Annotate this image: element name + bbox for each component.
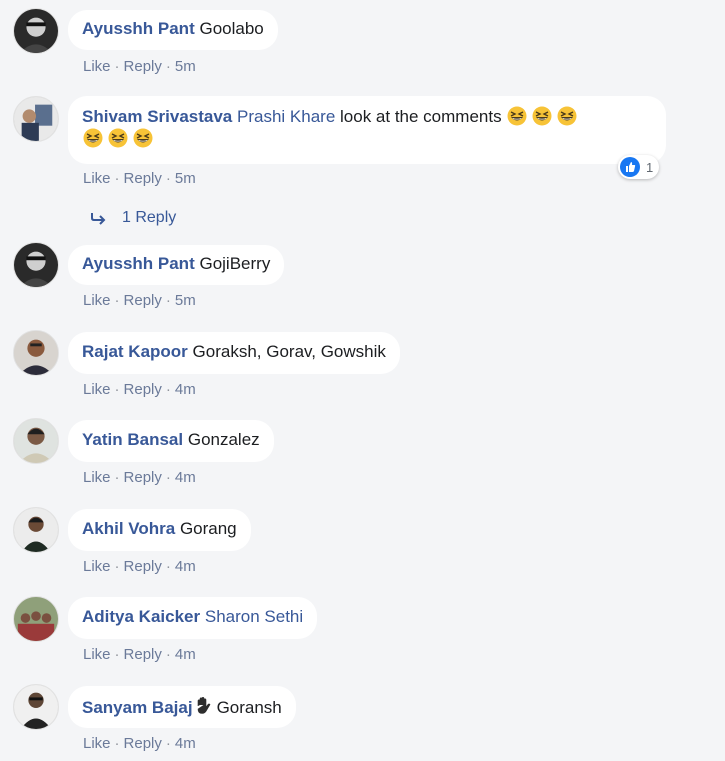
avatar[interactable] xyxy=(13,596,59,642)
reply-button[interactable]: Reply xyxy=(124,558,162,575)
mention-link[interactable]: Prashi Khare xyxy=(237,107,335,126)
avatar[interactable] xyxy=(13,684,59,730)
reaction-count[interactable]: 1 xyxy=(618,155,660,179)
comment-timestamp[interactable]: 4m xyxy=(175,646,196,663)
comment-text: GojiBerry xyxy=(199,254,271,273)
comment-actions: Like · Reply · 5m xyxy=(83,292,196,309)
comment-bubble: Akhil Vohra Gorang xyxy=(68,509,251,551)
reply-button[interactable]: Reply xyxy=(124,381,162,398)
like-button[interactable]: Like xyxy=(83,469,111,486)
comment-bubble: Sanyam Bajaj Goransh xyxy=(68,686,296,728)
comment-timestamp[interactable]: 4m xyxy=(175,735,196,752)
view-replies-link[interactable]: 1 Reply xyxy=(90,209,176,227)
comment-author[interactable]: Aditya Kaicker xyxy=(82,607,200,626)
comment-bubble: Yatin Bansal Gonzalez xyxy=(68,420,274,462)
comment-author[interactable]: Akhil Vohra xyxy=(82,519,175,538)
comment-text[interactable]: Sharon Sethi xyxy=(205,607,303,626)
comment-bubble: Shivam Srivastava Prashi Khare look at t… xyxy=(68,96,666,164)
comment-text: Gonzalez xyxy=(187,430,260,449)
comment-bubble: Rajat Kapoor Goraksh, Gorav, Gowshik xyxy=(68,332,400,374)
reaction-count-label: 1 xyxy=(646,159,654,175)
comment-actions: Like · Reply · 5m xyxy=(83,170,196,187)
comment-actions: Like · Reply · 4m xyxy=(83,381,196,398)
grinning-squinting-face-icon xyxy=(507,106,527,126)
comment-author[interactable]: Rajat Kapoor xyxy=(82,342,188,361)
reply-arrow-icon xyxy=(91,213,106,225)
like-button[interactable]: Like xyxy=(83,381,111,398)
comment-bubble: Aditya Kaicker Sharon Sethi xyxy=(68,597,318,639)
comment-bubble: Ayusshh Pant GojiBerry xyxy=(68,245,285,285)
comment-text: Gorang xyxy=(179,519,237,538)
reply-button[interactable]: Reply xyxy=(124,292,162,309)
comment-timestamp[interactable]: 5m xyxy=(175,170,196,187)
reply-button[interactable]: Reply xyxy=(124,646,162,663)
like-button[interactable]: Like xyxy=(83,558,111,575)
reply-button[interactable]: Reply xyxy=(124,735,162,752)
like-button[interactable]: Like xyxy=(83,170,111,187)
comment-text: Goolabo xyxy=(199,19,264,38)
comment-author[interactable]: Shivam Srivastava xyxy=(82,107,232,126)
comment-actions: Like · Reply · 4m xyxy=(83,558,196,575)
comment-timestamp[interactable]: 4m xyxy=(175,558,196,575)
comment-actions: Like · Reply · 5m xyxy=(83,58,196,75)
comment-timestamp[interactable]: 5m xyxy=(175,292,196,309)
comment-text: Goransh xyxy=(216,698,282,717)
reply-button[interactable]: Reply xyxy=(124,58,162,75)
reply-button[interactable]: Reply xyxy=(124,170,162,187)
like-button[interactable]: Like xyxy=(83,735,111,752)
raised-hand-icon xyxy=(197,696,210,714)
like-button[interactable]: Like xyxy=(83,58,111,75)
comment-bubble: Ayusshh Pant Goolabo xyxy=(68,10,278,50)
comment-actions: Like · Reply · 4m xyxy=(83,735,196,752)
comment-author[interactable]: Ayusshh Pant xyxy=(82,19,195,38)
reply-button[interactable]: Reply xyxy=(124,469,162,486)
emoji-list xyxy=(82,128,652,150)
comment-author[interactable]: Yatin Bansal xyxy=(82,430,183,449)
like-button[interactable]: Like xyxy=(83,646,111,663)
comment-timestamp[interactable]: 4m xyxy=(175,469,196,486)
comment-author[interactable]: Ayusshh Pant xyxy=(82,254,195,273)
grinning-squinting-face-icon xyxy=(83,128,103,148)
view-replies-label: 1 Reply xyxy=(122,209,177,226)
grinning-squinting-face-icon xyxy=(133,128,153,148)
comment-author[interactable]: Sanyam Bajaj xyxy=(82,698,193,717)
grinning-squinting-face-icon xyxy=(108,128,128,148)
grinning-squinting-face-icon xyxy=(557,106,577,126)
avatar[interactable] xyxy=(13,8,59,54)
like-icon xyxy=(620,157,640,177)
comment-actions: Like · Reply · 4m xyxy=(83,469,196,486)
grinning-squinting-face-icon xyxy=(532,106,552,126)
avatar[interactable] xyxy=(13,242,59,288)
like-button[interactable]: Like xyxy=(83,292,111,309)
avatar[interactable] xyxy=(13,418,59,464)
comment-actions: Like · Reply · 4m xyxy=(83,646,196,663)
avatar[interactable] xyxy=(13,96,59,142)
comment-text: look at the comments xyxy=(340,107,502,126)
comment-text: Goraksh, Gorav, Gowshik xyxy=(192,342,386,361)
emoji-list xyxy=(506,106,581,126)
avatar[interactable] xyxy=(13,330,59,376)
avatar[interactable] xyxy=(13,507,59,553)
comment-timestamp[interactable]: 5m xyxy=(175,58,196,75)
comment-timestamp[interactable]: 4m xyxy=(175,381,196,398)
